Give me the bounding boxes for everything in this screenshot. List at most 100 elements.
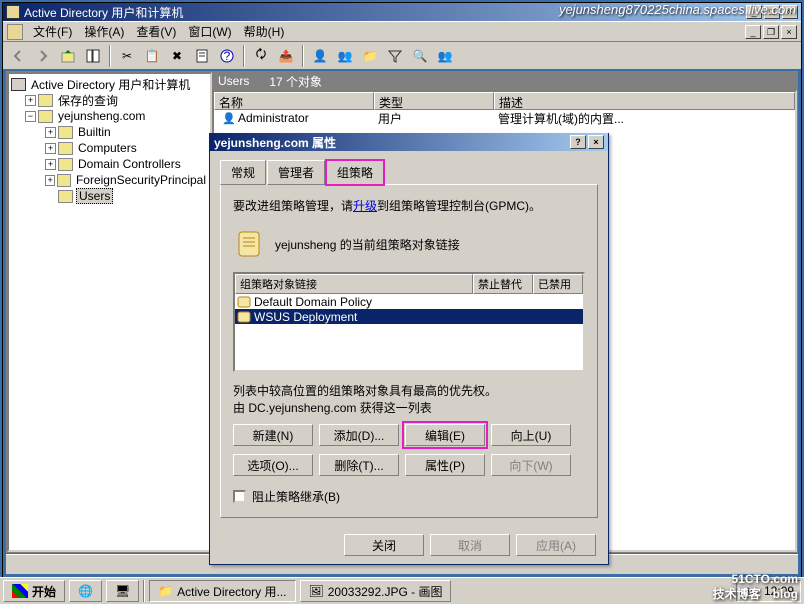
- menu-file[interactable]: 文件(F): [27, 23, 78, 40]
- menu-help[interactable]: 帮助(H): [238, 23, 291, 40]
- dialog-titlebar: yejunsheng.com 属性 ? ×: [210, 133, 608, 151]
- show-hide-tree-button[interactable]: [82, 45, 104, 67]
- app-icon: [6, 5, 20, 19]
- quick-launch-desktop[interactable]: 🖥: [106, 580, 139, 602]
- properties-dialog: yejunsheng.com 属性 ? × 常规 管理者 组策略 要改进组策略管…: [209, 133, 609, 565]
- new-user-icon[interactable]: 👤: [309, 45, 331, 67]
- up-button[interactable]: [57, 45, 79, 67]
- tree-domain[interactable]: −yejunsheng.com: [11, 108, 208, 124]
- new-button[interactable]: 新建(N): [233, 424, 313, 446]
- obtained-from: 由 DC.yejunsheng.com 获得这一列表: [233, 399, 585, 416]
- properties-button[interactable]: 属性(P): [405, 454, 485, 476]
- up-button[interactable]: 向上(U): [491, 424, 571, 446]
- tree-panel[interactable]: Active Directory 用户和计算机 +保存的查询 −yejunshe…: [7, 72, 212, 552]
- child-restore-button[interactable]: ❐: [763, 25, 779, 39]
- col-desc[interactable]: 描述: [494, 92, 795, 110]
- properties-icon[interactable]: [191, 45, 213, 67]
- taskbar: 开始 🌐 🖥 📁Active Directory 用... 🖼20033292.…: [0, 577, 804, 604]
- help-icon[interactable]: ?: [216, 45, 238, 67]
- aduc-icon: 📁: [158, 584, 173, 598]
- priority-note: 列表中较高位置的组策略对象具有最高的优先权。: [233, 382, 585, 399]
- current-links-label: yejunsheng 的当前组策略对象链接: [233, 228, 585, 253]
- find-icon[interactable]: 🔍: [409, 45, 431, 67]
- delete-icon[interactable]: ✖: [166, 45, 188, 67]
- new-ou-icon[interactable]: 📁: [359, 45, 381, 67]
- forward-button[interactable]: [32, 45, 54, 67]
- windows-flag-icon: [12, 584, 28, 598]
- start-button[interactable]: 开始: [3, 580, 65, 602]
- expand-icon[interactable]: +: [45, 127, 56, 138]
- dialog-title: yejunsheng.com 属性: [214, 134, 336, 151]
- back-button[interactable]: [7, 45, 29, 67]
- policy-icon: [237, 311, 251, 323]
- menu-view[interactable]: 查看(V): [130, 23, 182, 40]
- upgrade-notice: 要改进组策略管理，请升级到组策略管理控制台(GPMC)。: [233, 197, 585, 214]
- scroll-icon: [233, 228, 265, 260]
- folder-icon: [58, 190, 73, 203]
- menu-action[interactable]: 操作(A): [78, 23, 130, 40]
- upgrade-link[interactable]: 升级: [353, 199, 377, 213]
- console-icon: [11, 78, 26, 91]
- list-item[interactable]: Administrator 用户 管理计算机(域)的内置...: [214, 110, 795, 126]
- expand-icon[interactable]: +: [45, 159, 56, 170]
- col-gpo-link[interactable]: 组策略对象链接: [235, 274, 473, 294]
- folder-icon: [57, 174, 71, 187]
- mmc-icon: [7, 24, 23, 40]
- col-disabled[interactable]: 已禁用: [533, 274, 583, 294]
- gpo-item-selected[interactable]: WSUS Deployment: [235, 309, 583, 324]
- image-icon: 🖼: [309, 584, 324, 598]
- col-name[interactable]: 名称: [214, 92, 374, 110]
- ou-icon: [58, 158, 73, 171]
- user-icon: [218, 111, 234, 125]
- task-paint[interactable]: 🖼20033292.JPG - 画图: [300, 580, 452, 602]
- close-dialog-button[interactable]: 关闭: [344, 534, 424, 556]
- quick-launch-ie[interactable]: 🌐: [69, 580, 102, 602]
- tree-users[interactable]: Users: [11, 188, 208, 204]
- delete-button[interactable]: 删除(T)...: [319, 454, 399, 476]
- filter-icon[interactable]: [384, 45, 406, 67]
- child-close-button[interactable]: ×: [781, 25, 797, 39]
- domain-icon: [38, 110, 53, 123]
- col-no-override[interactable]: 禁止替代: [473, 274, 533, 294]
- gpo-list[interactable]: 组策略对象链接 禁止替代 已禁用 Default Domain Policy W…: [233, 272, 585, 372]
- cut-icon[interactable]: ✂: [116, 45, 138, 67]
- gpo-item[interactable]: Default Domain Policy: [235, 294, 583, 309]
- menu-window[interactable]: 窗口(W): [182, 23, 237, 40]
- tab-general[interactable]: 常规: [220, 160, 266, 185]
- block-inheritance-label: 阻止策略继承(B): [252, 488, 340, 505]
- tree-builtin[interactable]: +Builtin: [11, 124, 208, 140]
- tree-root[interactable]: Active Directory 用户和计算机: [11, 76, 208, 92]
- new-group-icon[interactable]: 👥: [334, 45, 356, 67]
- folder-icon: [58, 126, 73, 139]
- down-button: 向下(W): [491, 454, 571, 476]
- cancel-button: 取消: [430, 534, 510, 556]
- options-button[interactable]: 选项(O)...: [233, 454, 313, 476]
- expand-icon[interactable]: +: [25, 95, 36, 106]
- collapse-icon[interactable]: −: [25, 111, 36, 122]
- copy-icon[interactable]: 📋: [141, 45, 163, 67]
- block-inheritance-checkbox[interactable]: [233, 490, 246, 503]
- export-icon[interactable]: 📤: [275, 45, 297, 67]
- watermark-logo: 51CTO.com 技术博客 blog: [713, 564, 798, 600]
- add-to-group-icon[interactable]: 👥: [434, 45, 456, 67]
- tree-foreign-security[interactable]: +ForeignSecurityPrincipal: [11, 172, 208, 188]
- object-count: 17 个对象: [269, 73, 322, 90]
- tree-domain-controllers[interactable]: +Domain Controllers: [11, 156, 208, 172]
- edit-button[interactable]: 编辑(E): [405, 424, 485, 446]
- tab-managed-by[interactable]: 管理者: [267, 160, 325, 185]
- child-minimize-button[interactable]: _: [745, 25, 761, 39]
- tree-saved-queries[interactable]: +保存的查询: [11, 92, 208, 108]
- expand-icon[interactable]: +: [45, 143, 56, 154]
- add-button[interactable]: 添加(D)...: [319, 424, 399, 446]
- policy-icon: [237, 296, 251, 308]
- refresh-icon[interactable]: 🗘: [250, 45, 272, 67]
- dialog-close-button[interactable]: ×: [588, 135, 604, 149]
- toolbar: ✂ 📋 ✖ ? 🗘 📤 👤 👥 📁 🔍 👥: [3, 41, 801, 69]
- expand-icon[interactable]: +: [45, 175, 55, 186]
- tab-group-policy[interactable]: 组策略: [326, 160, 384, 185]
- dialog-help-button[interactable]: ?: [570, 135, 586, 149]
- menubar: 文件(F) 操作(A) 查看(V) 窗口(W) 帮助(H) _ ❐ ×: [3, 21, 801, 41]
- col-type[interactable]: 类型: [374, 92, 494, 110]
- task-aduc[interactable]: 📁Active Directory 用...: [149, 580, 295, 602]
- tree-computers[interactable]: +Computers: [11, 140, 208, 156]
